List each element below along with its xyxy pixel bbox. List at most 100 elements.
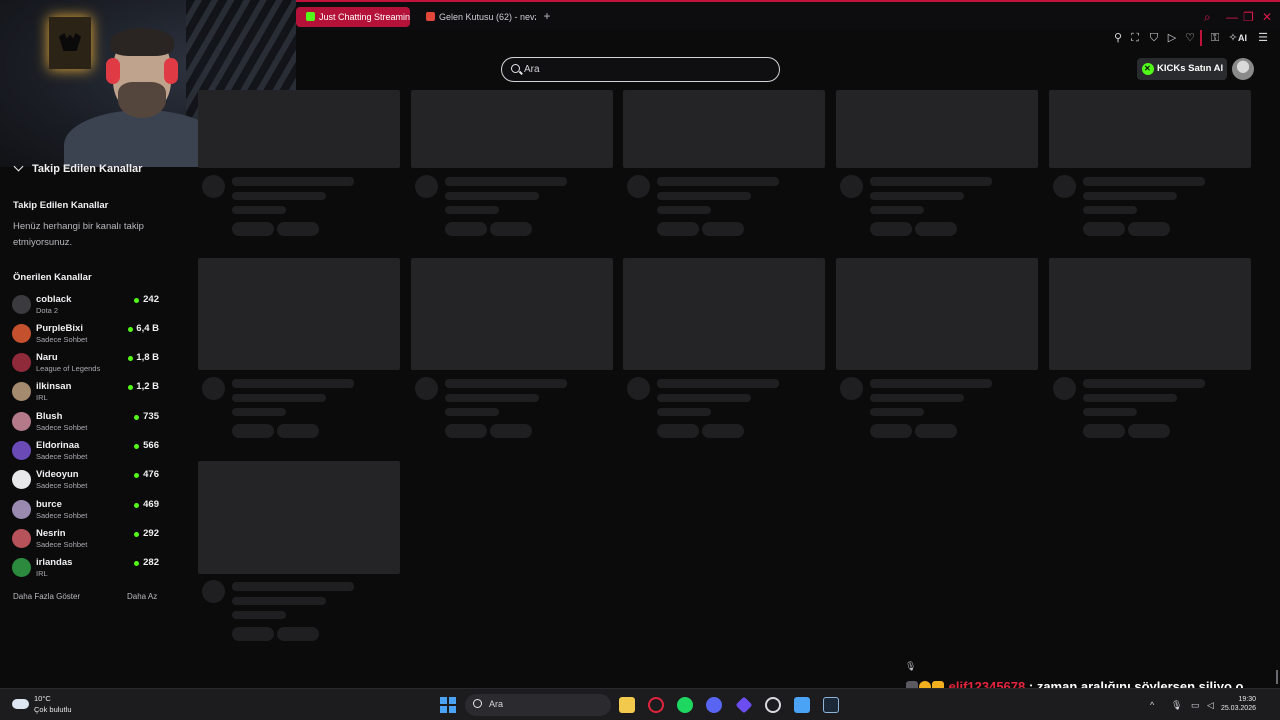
title-placeholder	[657, 177, 779, 186]
weather-description: Çok bulutlu	[34, 705, 72, 714]
channel-placeholder	[657, 192, 751, 200]
title-placeholder	[232, 582, 354, 591]
shield-icon[interactable]: ⛉	[1147, 31, 1161, 45]
title-placeholder	[1083, 177, 1205, 186]
channel-name: ilkinsan	[36, 381, 72, 392]
avatar-placeholder	[202, 377, 225, 400]
stream-card-skeleton[interactable]	[836, 258, 1038, 442]
spotify-icon[interactable]	[677, 697, 693, 713]
channel-category: League of Legends	[36, 364, 101, 373]
thumbnail-placeholder	[198, 90, 400, 168]
channel-item-eldorinaa[interactable]: Eldorinaa Sadece Sohbet 566	[12, 440, 162, 467]
thumbnail-placeholder	[836, 258, 1038, 370]
stream-card-skeleton[interactable]	[1049, 258, 1251, 442]
channel-item-ilkinsan[interactable]: ilkinsan IRL 1,2 B	[12, 381, 162, 408]
taskbar-search[interactable]: Ara	[465, 694, 611, 716]
close-icon[interactable]: ✕	[1262, 10, 1272, 24]
sidebar: Takip Edilen Kanallar Takip Edilen Kanal…	[0, 160, 170, 620]
stream-card-skeleton[interactable]	[411, 90, 613, 240]
channel-category: Sadece Sohbet	[36, 335, 88, 344]
volume-icon[interactable]: ◁	[1207, 699, 1214, 711]
restore-icon[interactable]: ❐	[1243, 10, 1254, 24]
app-icon[interactable]	[794, 697, 810, 713]
thumbnail-placeholder	[1049, 90, 1251, 168]
channel-item-naru[interactable]: Naru League of Legends 1,8 B	[12, 352, 162, 379]
channel-item-irlandas[interactable]: irlandas IRL 282	[12, 557, 162, 584]
category-placeholder	[657, 206, 711, 214]
windows-start-icon[interactable]	[440, 697, 456, 713]
tab-label: Gelen Kutusu (62) - nevz	[439, 12, 536, 22]
search-icon	[511, 64, 520, 73]
app-icon[interactable]	[735, 696, 753, 714]
channel-item-coblack[interactable]: coblack Dota 2 242	[12, 294, 162, 321]
steam-icon[interactable]	[823, 697, 839, 713]
tab-gmail[interactable]: Gelen Kutusu (62) - nevz	[416, 7, 536, 27]
heart-icon[interactable]: ♡	[1183, 31, 1197, 45]
channel-category: Dota 2	[36, 306, 59, 315]
title-placeholder	[232, 379, 354, 388]
menu-icon[interactable]: ☰	[1256, 31, 1270, 45]
channel-item-videoyun[interactable]: Videoyun Sadece Sohbet 476	[12, 469, 162, 496]
thumbnail-placeholder	[623, 90, 825, 168]
stream-card-skeleton[interactable]	[623, 90, 825, 240]
tag-placeholder	[490, 424, 532, 438]
live-dot-icon	[128, 385, 133, 390]
stream-card-skeleton[interactable]	[198, 258, 400, 442]
channel-avatar	[12, 412, 31, 431]
avatar-placeholder	[415, 175, 438, 198]
search-bar[interactable]	[501, 57, 780, 82]
network-icon[interactable]: ▭	[1191, 699, 1200, 711]
gmail-favicon-icon	[426, 12, 435, 21]
category-placeholder	[657, 408, 711, 416]
browser-search-icon[interactable]: ⌕	[1204, 10, 1211, 24]
channel-item-blush[interactable]: Blush Sadece Sohbet 735	[12, 411, 162, 438]
toolbar-divider	[1200, 30, 1202, 46]
channel-avatar	[12, 353, 31, 372]
tag-placeholder	[232, 222, 274, 236]
tag-placeholder	[1128, 222, 1170, 236]
channel-name: Videoyun	[36, 469, 79, 480]
tag-placeholder	[870, 424, 912, 438]
live-dot-icon	[134, 503, 139, 508]
stream-card-skeleton[interactable]	[836, 90, 1038, 240]
show-less-link[interactable]: Daha Az	[127, 592, 157, 601]
channel-item-burce[interactable]: burce Sadece Sohbet 469	[12, 499, 162, 526]
wallet-icon[interactable]: ⚿	[1208, 31, 1222, 45]
tag-placeholder	[232, 424, 274, 438]
system-clock[interactable]: 19:30 25.03.2026	[1221, 695, 1256, 713]
tab-just-chatting[interactable]: Just Chatting Streaming -	[296, 7, 410, 27]
channel-item-nesrin[interactable]: Nesrin Sadece Sohbet 292	[12, 528, 162, 555]
minimize-icon[interactable]: —	[1226, 10, 1238, 24]
channel-avatar	[12, 529, 31, 548]
channel-name: Naru	[36, 352, 58, 363]
following-collapse-toggle[interactable]: Takip Edilen Kanallar	[13, 161, 142, 175]
stream-card-skeleton[interactable]	[198, 461, 400, 645]
streamer-hair	[110, 28, 174, 56]
stream-card-skeleton[interactable]	[1049, 90, 1251, 240]
ai-button-label[interactable]: AI	[1238, 31, 1247, 45]
user-avatar[interactable]	[1232, 58, 1254, 80]
viewer-count: 1,2 B	[136, 381, 159, 392]
file-explorer-icon[interactable]	[619, 697, 635, 713]
stream-card-skeleton[interactable]	[623, 258, 825, 442]
channel-item-purplebixi[interactable]: PurpleBixi Sadece Sohbet 6,4 B	[12, 323, 162, 350]
play-icon[interactable]: ▷	[1165, 31, 1179, 45]
microphone-icon[interactable]: 🎙	[1171, 699, 1182, 711]
obs-icon[interactable]	[765, 697, 781, 713]
new-tab-button[interactable]: +	[540, 9, 554, 23]
buy-kicks-button[interactable]: KICKs Satın Al	[1137, 58, 1227, 80]
tag-placeholder	[277, 222, 319, 236]
pin-icon[interactable]: ⚲	[1111, 31, 1125, 45]
search-input[interactable]	[524, 61, 764, 78]
scrollbar[interactable]	[1276, 670, 1278, 684]
category-placeholder	[445, 206, 499, 214]
opera-gx-icon[interactable]	[648, 697, 664, 713]
screenshot-icon[interactable]: ⛶	[1128, 31, 1142, 45]
show-more-link[interactable]: Daha Fazla Göster	[13, 592, 80, 601]
stream-card-skeleton[interactable]	[198, 90, 400, 240]
discord-icon[interactable]	[706, 697, 722, 713]
channel-name: irlandas	[36, 557, 73, 568]
stream-card-skeleton[interactable]	[411, 258, 613, 442]
chevron-up-icon[interactable]: ^	[1150, 699, 1154, 711]
title-placeholder	[657, 379, 779, 388]
